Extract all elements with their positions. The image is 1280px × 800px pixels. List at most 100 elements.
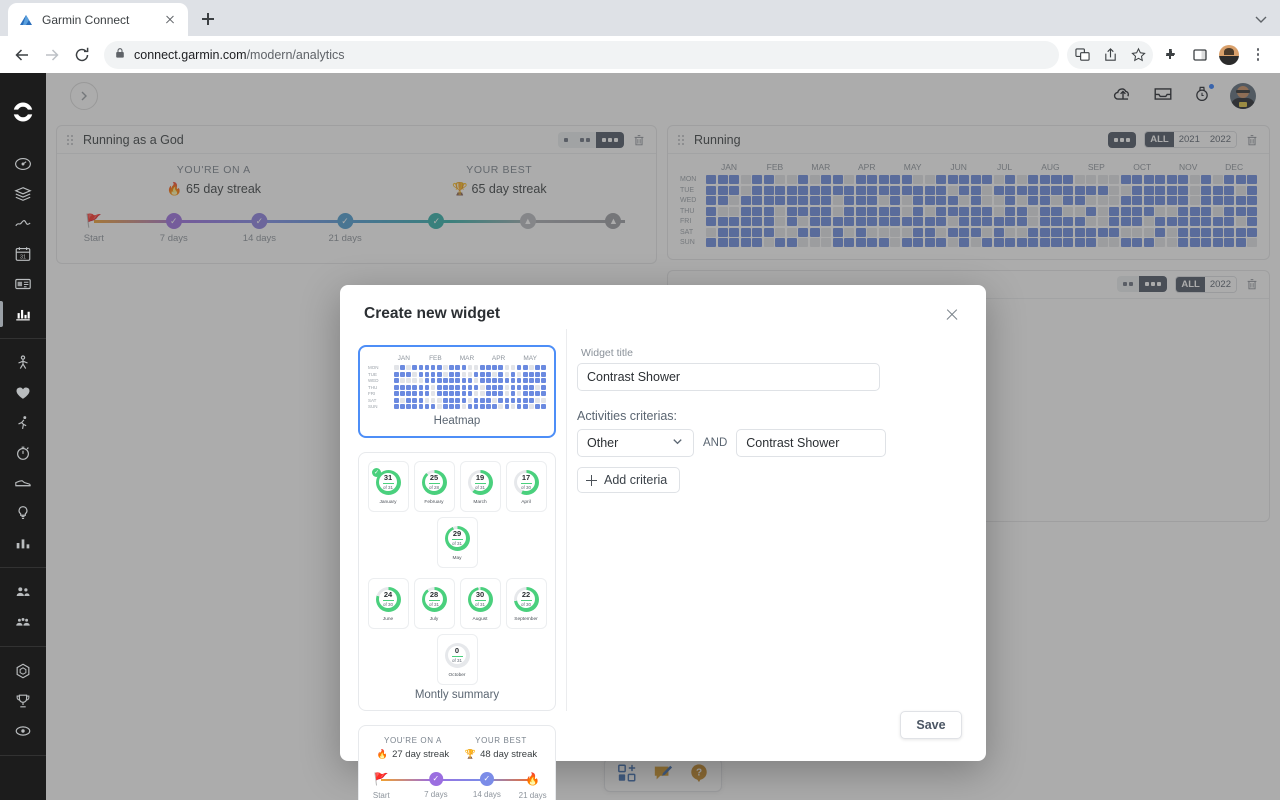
sidebar-item-calendar-31-icon[interactable]: 31	[0, 239, 46, 269]
star-icon[interactable]	[1124, 41, 1152, 69]
save-button[interactable]: Save	[900, 711, 962, 739]
sidebar-item-heart-icon[interactable]	[0, 378, 46, 408]
heatmap-cell	[522, 391, 528, 396]
ring-denominator: of 31	[474, 484, 485, 490]
streak-node[interactable]: ✓ 7 days	[424, 771, 448, 799]
heatmap-cell	[492, 378, 497, 383]
heatmap-cell	[535, 384, 540, 390]
sidebar-item-hexagon-badge-icon[interactable]	[0, 656, 46, 686]
extensions-icon[interactable]	[1157, 41, 1185, 69]
address-bar[interactable]: connect.garmin.com/modern/analytics	[104, 40, 1059, 69]
plus-icon	[586, 474, 597, 486]
ring-card[interactable]: 28 of 31 July	[413, 577, 455, 629]
heatmap-day-label: SUN	[368, 404, 378, 409]
sidebar-item-person-jumping-icon[interactable]	[0, 348, 46, 378]
sidebar-item-bar-chart-icon[interactable]	[0, 299, 46, 329]
dialog-body: JAN FEB MAR APR MAY MON TUE WED THU FRI SAT …	[340, 329, 986, 800]
ring-card[interactable]: 17 of 30 April	[505, 460, 547, 512]
check-badge-icon: ✓	[428, 771, 443, 786]
heatmap-cell	[406, 391, 411, 396]
streak-node-label: 21 days	[518, 790, 547, 800]
close-icon[interactable]	[162, 12, 178, 28]
heatmap-cell	[400, 378, 405, 383]
heatmap-cell	[394, 397, 399, 403]
preview-option-monthly-summary[interactable]: ✓ 31 of 31 January 25 of 28 February 19 …	[358, 451, 556, 711]
arrow-forward-icon	[38, 41, 66, 69]
heatmap-cell	[529, 391, 534, 396]
close-icon[interactable]	[942, 305, 962, 325]
sidebar-item-trophy-icon[interactable]	[0, 686, 46, 716]
reload-icon[interactable]	[68, 41, 96, 69]
heatmap-cell	[418, 384, 424, 390]
heatmap-row: MON	[368, 365, 547, 370]
heatmap-cell	[504, 397, 510, 403]
sidebar-item-lightbulb-icon[interactable]	[0, 498, 46, 528]
sidebar-item-layers-icon[interactable]	[0, 179, 46, 209]
ring-label: May	[452, 555, 462, 561]
translate-icon[interactable]	[1068, 41, 1096, 69]
heatmap-cell	[430, 384, 436, 390]
sidebar-item-runner-icon[interactable]	[0, 408, 46, 438]
dialog-title: Create new widget	[364, 305, 501, 322]
heatmap-cell	[406, 384, 411, 390]
heatmap-cell	[535, 371, 540, 377]
heatmap-cell	[424, 378, 430, 383]
progress-ring: 25 of 28	[421, 469, 447, 495]
plus-icon[interactable]	[194, 5, 222, 33]
heatmap-cell	[486, 371, 491, 377]
side-panel-icon[interactable]	[1186, 41, 1214, 69]
profile-avatar-icon[interactable]	[1215, 41, 1243, 69]
sidebar-item-activity-line-icon[interactable]	[0, 209, 46, 239]
sidebar-item-stopwatch-icon[interactable]	[0, 438, 46, 468]
heatmap-cell	[522, 371, 528, 377]
heatmap-cell	[541, 391, 547, 396]
ring-separator	[474, 482, 486, 485]
heatmap-cell	[455, 404, 461, 409]
heatmap-cell	[449, 404, 454, 409]
preview-option-heatmap[interactable]: JAN FEB MAR APR MAY MON TUE WED THU FRI SAT …	[358, 345, 556, 438]
add-criteria-button[interactable]: Add criteria	[577, 467, 681, 493]
heatmap-cell	[498, 384, 504, 390]
garmin-connect-logo-icon[interactable]	[0, 89, 46, 135]
heatmap-cell	[436, 404, 442, 409]
sidebar-item-shoe-icon[interactable]	[0, 468, 46, 498]
ring-inner: 29 of 31	[448, 529, 466, 547]
more-menu-icon[interactable]	[1244, 41, 1272, 69]
share-icon[interactable]	[1096, 41, 1124, 69]
heatmap-cell	[394, 365, 399, 370]
streak-node[interactable]: ✓ 14 days	[472, 771, 501, 799]
sidebar-divider	[0, 567, 46, 568]
criteria-value-input[interactable]	[736, 429, 887, 457]
sidebar-item-group-people-icon[interactable]	[0, 607, 46, 637]
ring-card[interactable]: 29 of 31 May	[436, 516, 478, 568]
streak-node-label: 14 days	[472, 789, 501, 799]
sidebar-item-stats-bars-icon[interactable]	[0, 528, 46, 558]
ring-card[interactable]: 22 of 30 September	[505, 577, 547, 629]
ring-card[interactable]: 25 of 28 February	[413, 460, 455, 512]
heatmap-cell	[443, 384, 448, 390]
chevron-down-icon[interactable]	[1252, 10, 1270, 28]
sidebar-item-eye-icon[interactable]	[0, 716, 46, 746]
sidebar-item-news-card-icon[interactable]	[0, 269, 46, 299]
arrow-back-icon[interactable]	[8, 41, 36, 69]
sidebar-item-two-people-icon[interactable]	[0, 577, 46, 607]
heatmap-cell	[535, 397, 540, 403]
streak-node[interactable]: 🔥 21 days	[519, 772, 547, 800]
sidebar-item-dashboard-gauge-icon[interactable]	[0, 149, 46, 179]
ring-card[interactable]: 30 of 31 August	[459, 577, 501, 629]
heatmap-cell	[504, 404, 510, 409]
ring-denominator: of 30	[382, 601, 393, 607]
heatmap-row: WED	[368, 378, 547, 383]
widget-title-input[interactable]	[577, 363, 880, 391]
ring-denominator: of 28	[428, 484, 439, 490]
streak-node[interactable]: 🚩 Start	[373, 772, 390, 800]
ring-card[interactable]: ✓ 31 of 31 January	[367, 460, 409, 512]
ring-card[interactable]: 24 of 30 June	[367, 577, 409, 629]
ring-card[interactable]: 0 of 31 October	[436, 633, 478, 685]
ring-card[interactable]: 19 of 31 March	[459, 460, 501, 512]
heatmap-cell	[418, 397, 424, 403]
criteria-type-select[interactable]: Other	[577, 429, 694, 457]
url-text: connect.garmin.com/modern/analytics	[134, 48, 345, 62]
heatmap-cell	[498, 365, 504, 370]
browser-tab[interactable]: Garmin Connect	[8, 3, 188, 36]
